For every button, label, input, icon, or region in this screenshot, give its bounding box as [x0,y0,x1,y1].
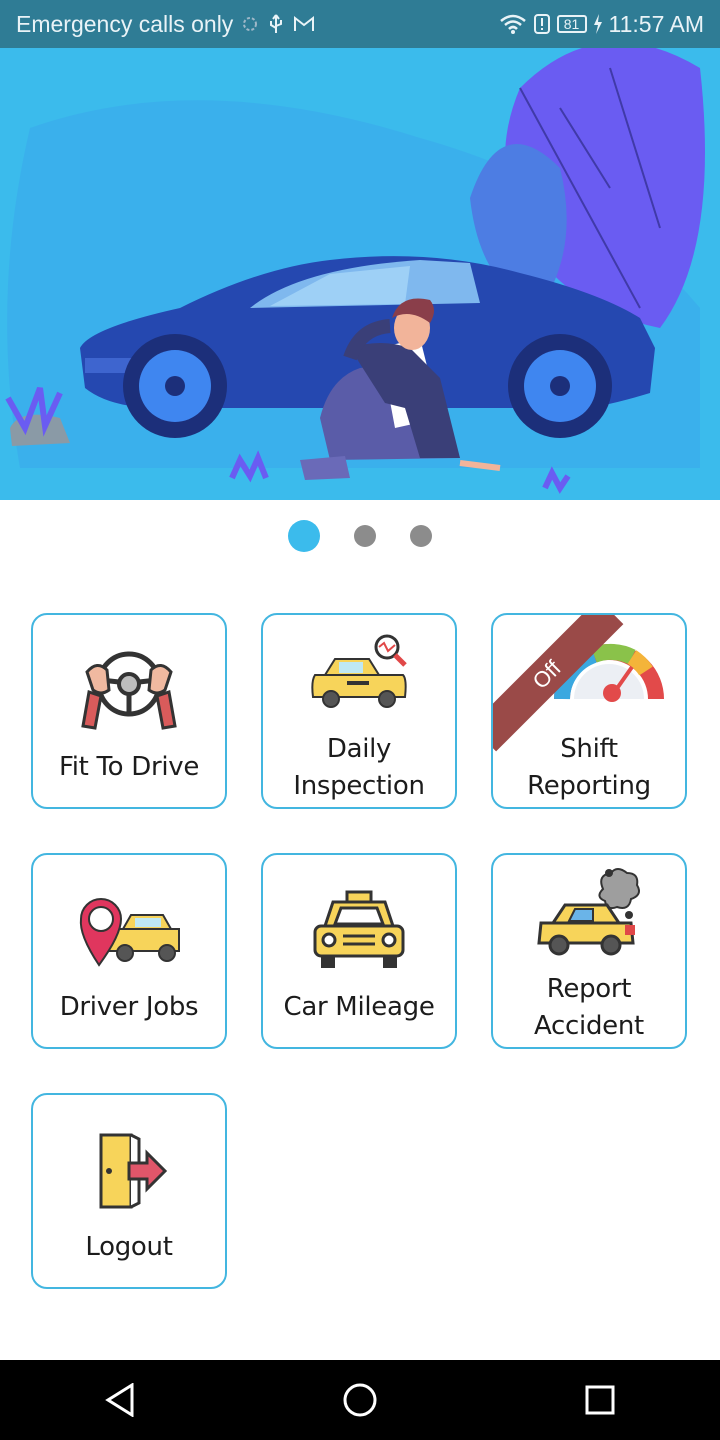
report-accident-line-1: Report [546,974,632,1004]
driver-jobs-tile[interactable]: Driver Jobs [31,853,227,1049]
triangle-back-icon [105,1383,134,1417]
taxi-front-icon [313,890,405,968]
logout-tile[interactable]: Logout [31,1093,227,1289]
banner-illustration [5,48,705,494]
system-nav-bar [0,1360,720,1440]
report-accident-line-2: Accident [534,1011,644,1041]
daily-inspection-line-1: Daily [326,734,392,764]
carousel-dot-1[interactable] [288,520,320,552]
logout-label: Logout [85,1232,173,1262]
gear-notification-icon [241,15,259,33]
report-accident-label: Report Accident [499,971,679,1045]
wifi-icon [499,13,527,35]
gmail-icon [293,15,315,33]
carrier-text: Emergency calls only [16,10,234,37]
usb-icon [267,13,285,35]
taxi-location-icon [79,898,180,967]
shift-reporting-label: Shift Reporting [499,731,679,805]
shift-reporting-line-1: Shift [560,734,618,764]
status-right: 81 11:57 AM [499,11,704,38]
circle-home-icon [343,1383,377,1417]
logout-door-icon [99,1133,168,1209]
clock: 11:57 AM [608,10,704,37]
recents-button[interactable] [560,1360,640,1440]
hero-banner[interactable] [0,48,720,500]
carousel-dot-3[interactable] [410,525,432,547]
steering-wheel-icon [81,651,177,730]
charging-icon [593,14,603,34]
fit-to-drive-label: Fit To Drive [58,752,200,782]
status-left: Emergency calls only [16,11,315,38]
car-mileage-label: Car Mileage [283,992,435,1022]
driver-jobs-label: Driver Jobs [59,992,199,1022]
car-accident-icon [537,868,640,956]
carousel-dot-2[interactable] [354,525,376,547]
fit-to-drive-tile[interactable]: Fit To Drive [31,613,227,809]
car-mileage-tile[interactable]: Car Mileage [261,853,457,1049]
daily-inspection-label: Daily Inspection [269,731,449,805]
car-inspection-icon [311,634,407,708]
shift-reporting-line-2: Reporting [527,771,651,801]
back-button[interactable] [80,1360,160,1440]
daily-inspection-line-2: Inspection [293,771,425,801]
home-button[interactable] [320,1360,400,1440]
report-accident-tile[interactable]: Report Accident [491,853,687,1049]
status-bar: Emergency calls only 81 11:57 AM [0,0,720,48]
alert-icon [533,13,551,35]
daily-inspection-tile[interactable]: Daily Inspection [261,613,457,809]
battery-indicator: 81 [556,15,587,33]
square-recents-icon [585,1385,615,1415]
shift-reporting-tile[interactable]: Off Shift Reporting [491,613,687,809]
carousel-indicator [0,520,720,552]
